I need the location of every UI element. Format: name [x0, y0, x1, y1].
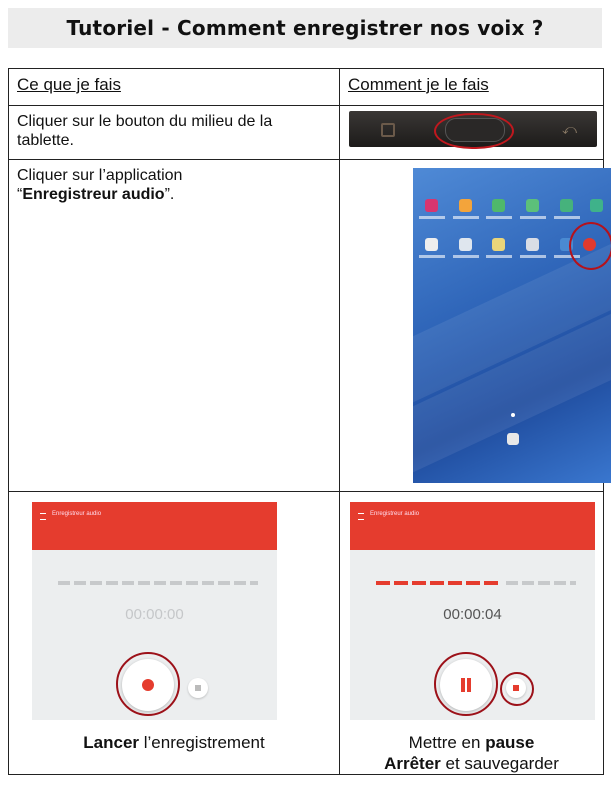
app-icon	[492, 238, 505, 251]
stop-icon	[195, 685, 201, 691]
app-label	[554, 216, 580, 219]
app-label	[419, 255, 445, 258]
highlight-circle	[434, 113, 514, 149]
caption-pause-prefix: Mettre en	[408, 733, 486, 752]
highlight-circle	[434, 652, 498, 716]
app-label	[453, 255, 479, 258]
title-banner: Tutoriel - Comment enregistrer nos voix …	[8, 8, 602, 48]
step-4-caption: Mettre en pause Arrêter et sauvegarder	[340, 732, 603, 774]
table-row: Cliquer sur l’application “Enregistreur …	[8, 159, 611, 492]
recorder-screen-start: Enregistreur audio 00:00:00	[32, 502, 277, 720]
app-icon	[425, 199, 438, 212]
app-label	[520, 255, 546, 258]
back-icon: ⤺	[562, 121, 577, 137]
tablet-homescreen-image	[413, 168, 611, 483]
tutorial-table: Ce que je fais Comment je le fais Clique…	[8, 68, 611, 775]
menu-icon	[358, 513, 364, 520]
step-2-image-cell	[339, 159, 611, 492]
step-2-text: Cliquer sur l’application “Enregistreur …	[8, 159, 340, 492]
step-2-text-suffix: ”.	[164, 186, 175, 203]
page-indicator-dot	[511, 413, 515, 417]
highlight-circle	[569, 222, 611, 270]
highlight-circle	[500, 672, 534, 706]
app-icon	[492, 199, 505, 212]
caption-stop-bold: Arrêter	[384, 754, 441, 773]
table-row: Cliquer sur le bouton du milieu de la ta…	[8, 105, 604, 160]
recent-apps-icon	[381, 123, 395, 137]
tablet-home-button-image: ⤺	[349, 111, 597, 149]
apps-drawer-icon	[507, 433, 519, 445]
table-row: Enregistreur audio 00:00:00 Lancer l’enr…	[8, 491, 604, 775]
column-header-what: Ce que je fais	[8, 68, 340, 106]
menu-icon	[40, 513, 46, 520]
caption-stop-rest: et sauvegarder	[440, 754, 559, 773]
app-icon	[526, 238, 539, 251]
highlight-circle	[116, 652, 180, 716]
step-3-caption: Lancer l’enregistrement	[9, 732, 339, 753]
app-label	[486, 255, 512, 258]
recorder-timer: 00:00:00	[125, 606, 184, 623]
page-title: Tutoriel - Comment enregistrer nos voix …	[66, 16, 544, 40]
waveform-active	[376, 581, 502, 585]
app-label	[453, 216, 479, 219]
step-4-cell: Enregistreur audio 00:00:04 Mettre en pa…	[339, 491, 604, 775]
app-icon	[425, 238, 438, 251]
step-2-text-prefix: Cliquer sur l’application	[17, 167, 183, 184]
recorder-app-bar: Enregistreur audio	[32, 502, 277, 550]
waveform-track	[58, 581, 258, 585]
table-header-row: Ce que je fais Comment je le fais	[8, 68, 604, 106]
app-icon	[560, 199, 573, 212]
app-icon	[526, 199, 539, 212]
recorder-timer: 00:00:04	[443, 606, 502, 623]
recorder-app-title: Enregistreur audio	[370, 511, 420, 517]
step-1-text: Cliquer sur le bouton du milieu de la ta…	[8, 105, 340, 160]
app-icon	[590, 199, 603, 212]
recorder-app-title: Enregistreur audio	[52, 511, 102, 517]
app-label	[520, 216, 546, 219]
waveform-track	[506, 581, 576, 585]
app-label	[419, 216, 445, 219]
app-icon	[459, 238, 472, 251]
app-icon	[459, 199, 472, 212]
recorder-app-bar: Enregistreur audio	[350, 502, 595, 550]
caption-start-rest: l’enregistrement	[139, 733, 265, 752]
column-header-how: Comment je le fais	[339, 68, 604, 106]
caption-start-bold: Lancer	[83, 733, 140, 752]
step-3-cell: Enregistreur audio 00:00:00 Lancer l’enr…	[8, 491, 340, 775]
step-2-app-name: Enregistreur audio	[22, 186, 165, 203]
app-label	[486, 216, 512, 219]
stop-button[interactable]	[188, 678, 208, 698]
caption-pause-bold: pause	[485, 733, 535, 752]
step-1-image-cell: ⤺	[339, 105, 604, 160]
recorder-screen-recording: Enregistreur audio 00:00:04	[350, 502, 595, 720]
